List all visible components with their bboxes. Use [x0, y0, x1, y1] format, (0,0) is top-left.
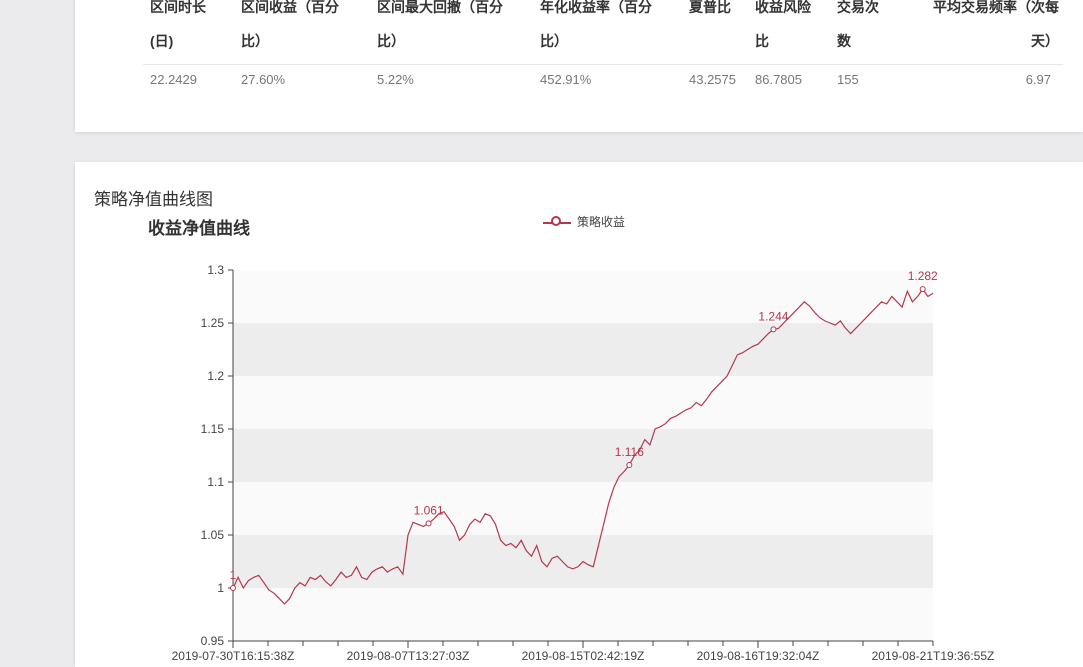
grid-band [233, 482, 933, 535]
data-point-marker [425, 520, 432, 527]
data-point-marker [626, 462, 633, 469]
y-tick-label: 1.1 [207, 475, 224, 489]
y-tick-label: 1.05 [201, 528, 225, 542]
y-tick-label: 1.2 [207, 369, 224, 383]
x-tick-label: 2019-07-30T16:15:38Z [172, 649, 295, 663]
value-max-drawdown: 5.22% [377, 72, 414, 87]
x-tick-label: 2019-08-21T19:36:55Z [872, 649, 995, 663]
data-point-marker [770, 326, 777, 333]
y-tick-label: 1.25 [201, 316, 225, 330]
header-sharpe: 夏普比 [689, 0, 731, 15]
grid-band [233, 376, 933, 429]
net-value-line-chart[interactable]: 0.95 1 1.05 1.1 1.15 1.2 1.25 1.3 2019-07-30T16:… [75, 162, 1083, 667]
data-point-marker [919, 286, 926, 293]
chart-card: 策略净值曲线图 收益净值曲线 策略收益 0.95 1 1.05 1.1 1.15 1.2 1… [75, 162, 1083, 667]
data-label: 1.282 [908, 269, 938, 283]
value-trade-count: 155 [837, 72, 859, 87]
x-tick-label: 2019-08-15T02:42:19Z [522, 649, 645, 663]
value-return-risk: 86.7805 [755, 72, 802, 87]
value-annual-return: 452.91% [540, 72, 592, 87]
header-annual-return: 年化收益率（百分比） [540, 0, 652, 49]
value-trade-frequency: 6.97 [1025, 72, 1051, 87]
header-return: 区间收益（百分比） [241, 0, 339, 49]
data-label: 1 [230, 568, 237, 582]
x-tick-label: 2019-08-07T13:27:03Z [347, 649, 470, 663]
value-return: 27.60% [241, 72, 286, 87]
header-trade-count: 交易次数 [837, 0, 879, 49]
grid-band [233, 429, 933, 482]
data-point-marker [230, 585, 236, 591]
x-tick-label: 2019-08-16T19:32:04Z [697, 649, 820, 663]
y-tick-label: 1 [217, 581, 224, 595]
header-max-drawdown: 区间最大回撤（百分比） [377, 0, 503, 49]
y-tick-label: 0.95 [201, 634, 225, 648]
stats-card: 区间时长(日) 区间收益（百分比） 区间最大回撤（百分比） 年化收益率（百分比）… [75, 0, 1083, 132]
value-duration: 22.2429 [150, 72, 197, 87]
grid-band [233, 270, 933, 323]
header-return-risk: 收益风险比 [755, 0, 811, 49]
value-sharpe: 43.2575 [689, 72, 736, 87]
y-tick-label: 1.15 [201, 422, 225, 436]
grid-band [233, 588, 933, 641]
header-trade-frequency: 平均交易频率（次每天） [933, 0, 1059, 49]
header-duration: 区间时长(日) [150, 0, 206, 49]
data-label: 1.116 [615, 445, 644, 459]
grid-band [233, 323, 933, 376]
data-label: 1.061 [414, 503, 444, 517]
data-label: 1.244 [758, 309, 788, 323]
y-tick-label: 1.3 [207, 263, 224, 277]
table-row-separator [143, 64, 1063, 65]
